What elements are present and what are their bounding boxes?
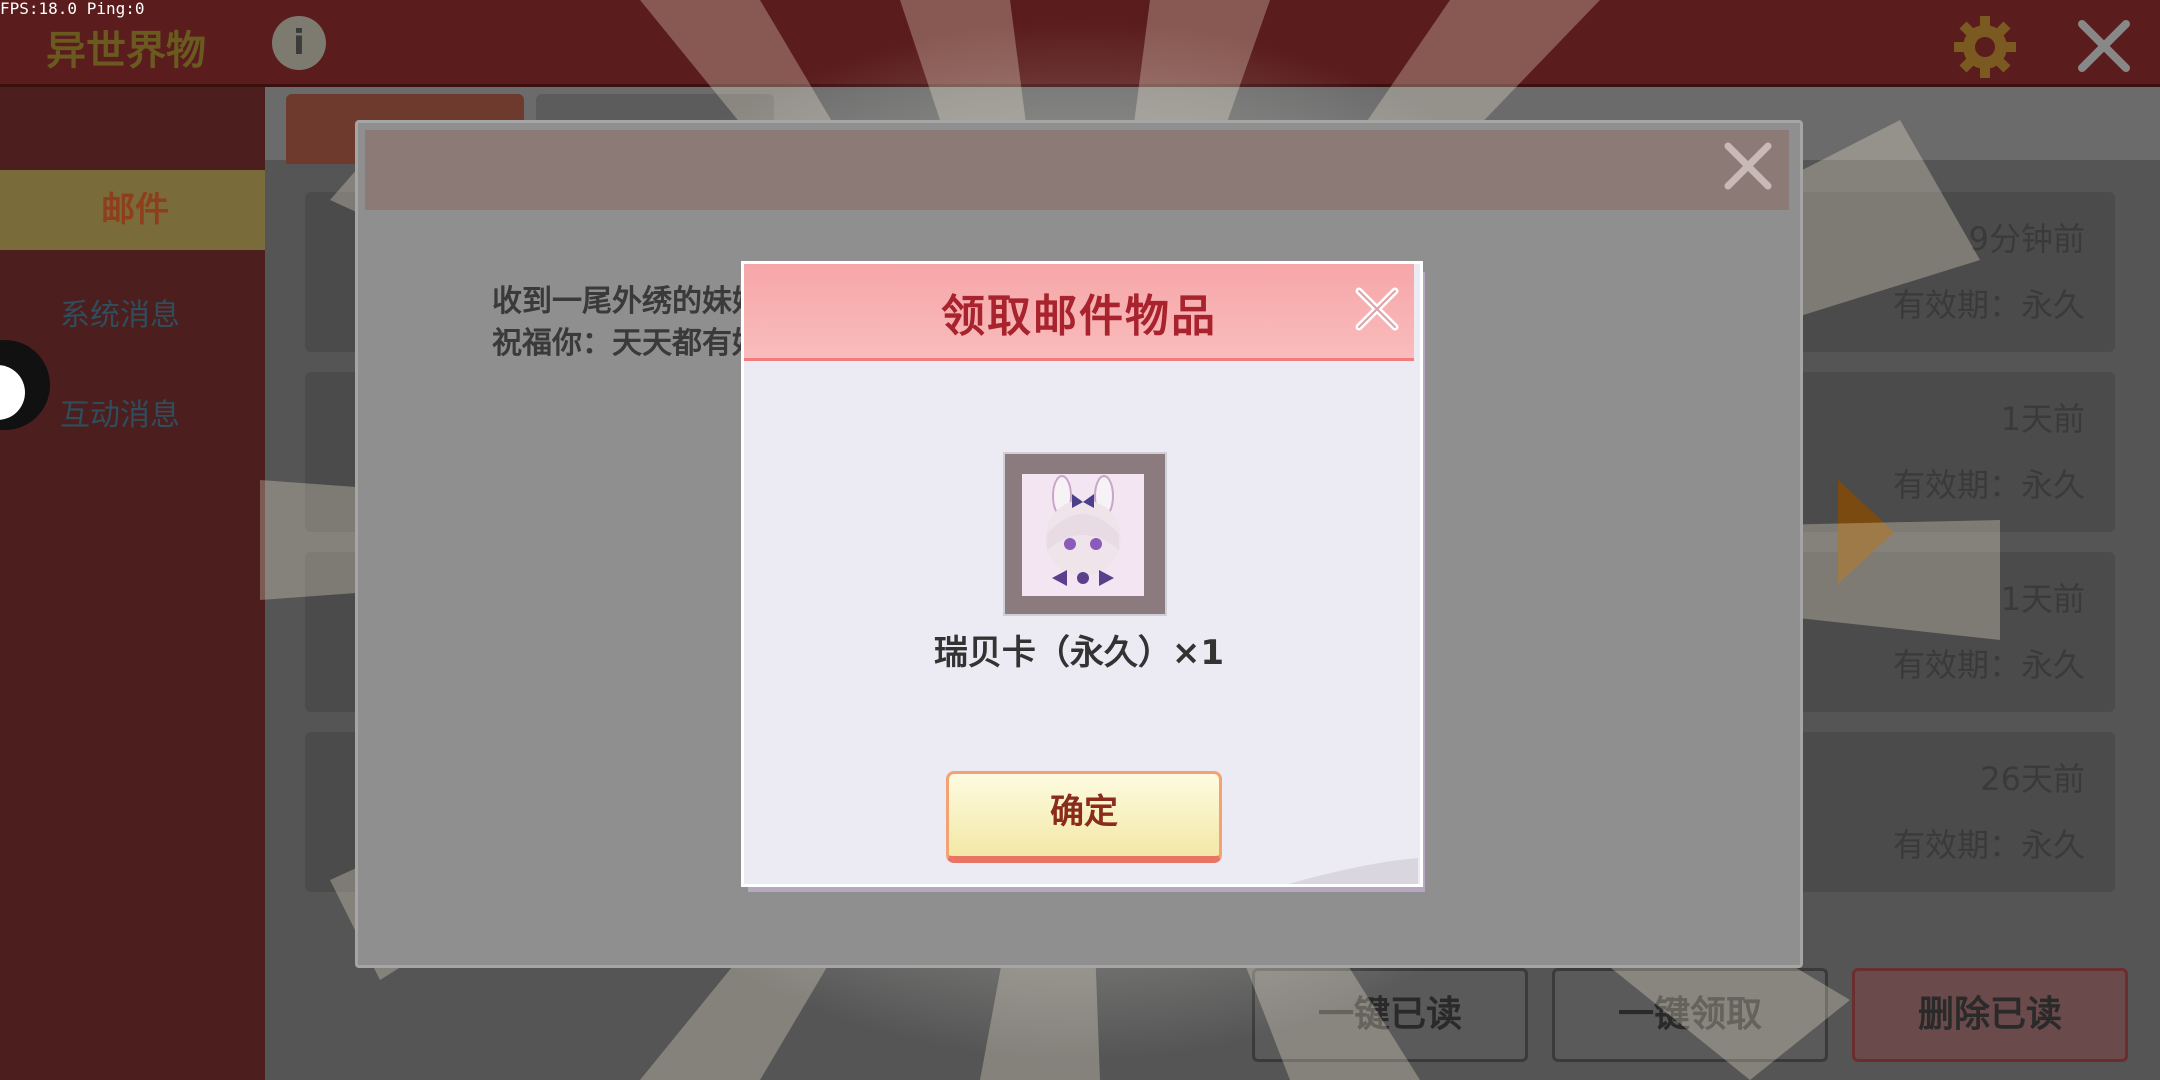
confirm-button[interactable]: 确定 xyxy=(946,771,1222,863)
character-portrait-icon xyxy=(1022,474,1144,596)
close-icon[interactable] xyxy=(1352,284,1402,334)
close-icon[interactable] xyxy=(1722,140,1774,192)
mail-detail-text: 祝福你：天天都有好 xyxy=(492,326,762,361)
reward-item-name: 瑞贝卡（永久）×1 xyxy=(933,633,1225,673)
dialog-title: 领取邮件物品 xyxy=(941,291,1217,342)
mail-detail-header xyxy=(365,130,1789,210)
page-curl-decoration xyxy=(1288,858,1418,884)
mail-detail-text: 收到一尾外绣的妹妹 xyxy=(492,284,762,319)
